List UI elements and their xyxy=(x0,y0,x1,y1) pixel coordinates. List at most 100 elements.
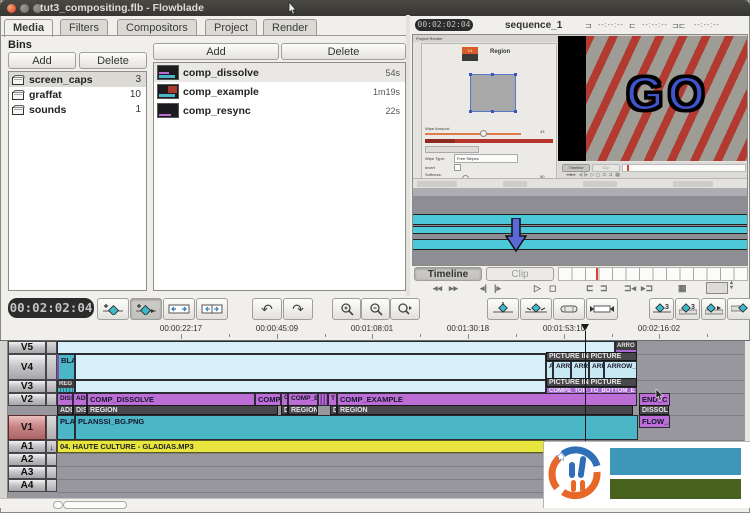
compositor-region-3[interactable]: REGION xyxy=(337,405,633,415)
timeline-ruler[interactable] xyxy=(0,322,750,340)
compositor-di[interactable]: DI xyxy=(281,405,288,415)
media-delete-button[interactable]: Delete xyxy=(281,43,406,60)
media-row-comp-resync[interactable]: comp_resync 22s xyxy=(154,101,405,120)
prev-frame-button[interactable]: ◂| xyxy=(480,283,487,294)
bin-row-screen-caps[interactable]: screen_caps 3 xyxy=(9,72,146,87)
track-header-v3[interactable]: V3 xyxy=(8,380,46,393)
track-column-v4[interactable] xyxy=(46,354,57,380)
compositor-add[interactable]: ADD xyxy=(57,405,73,415)
compositor-region-1[interactable]: REGION xyxy=(87,405,278,415)
compositor-dissolv[interactable]: DISSOLV xyxy=(639,405,669,415)
insert-three-point-button[interactable]: 3 xyxy=(675,298,700,320)
timeline-mode-button[interactable]: Timeline xyxy=(414,267,482,281)
clip-v4-long[interactable] xyxy=(75,354,546,380)
track-header-a4[interactable]: A4 xyxy=(8,479,46,492)
preview-video-stripes: GO xyxy=(586,36,748,161)
media-row-comp-dissolve[interactable]: comp_dissolve 54s xyxy=(154,63,405,82)
scrollbar-left-button[interactable] xyxy=(53,501,63,509)
clip-v4-arr1[interactable]: ARR xyxy=(553,361,571,379)
compositor-region-2[interactable]: REGION xyxy=(288,405,318,415)
track-column-a4[interactable] xyxy=(46,479,57,492)
mark-in-button[interactable]: ⊏ xyxy=(586,283,594,294)
trim-end-button[interactable] xyxy=(586,298,618,320)
clip-v2-stripes[interactable] xyxy=(318,393,328,406)
clip-v4-arrow-b[interactable]: ARROW_B xyxy=(604,361,637,379)
playhead-marker-icon[interactable] xyxy=(581,324,589,331)
clip-v4-bla[interactable]: BLA xyxy=(57,354,75,380)
tab-compositors[interactable]: Compositors xyxy=(117,19,197,36)
panel-divider[interactable] xyxy=(406,15,410,296)
track-header-v2[interactable]: V2 xyxy=(8,393,46,406)
compositor-v4-pip[interactable]: PICTURE IN PICTURE xyxy=(546,352,637,361)
prev-cut-button[interactable]: ◂◂ xyxy=(433,283,442,294)
tab-filters[interactable]: Filters xyxy=(60,19,108,36)
track-column-a2[interactable] xyxy=(46,453,57,466)
clip-v4-arr3[interactable]: ARR xyxy=(589,361,604,379)
tab-render[interactable]: Render xyxy=(263,19,317,36)
bin-row-graffat[interactable]: graffat 10 xyxy=(9,87,146,102)
track-header-a2[interactable]: A2 xyxy=(8,453,46,466)
clip-v5-long[interactable] xyxy=(57,341,615,354)
media-row-comp-example[interactable]: comp_example 1m19s xyxy=(154,82,405,101)
next-cut-button[interactable]: ▸▸ xyxy=(449,283,458,294)
track-header-v5[interactable]: V5 xyxy=(8,341,46,354)
goto-mark-out-button[interactable]: ▸⊐ xyxy=(641,283,653,294)
close-button-icon[interactable] xyxy=(7,4,16,13)
tab-project[interactable]: Project xyxy=(205,19,257,36)
preview-wipe-type-value: Free Stripes xyxy=(454,154,518,163)
pull-behind-button[interactable] xyxy=(727,298,750,320)
redo-button[interactable]: ↷ xyxy=(283,298,313,320)
clip-v3-long[interactable] xyxy=(75,380,546,393)
clip-a1-audio[interactable]: 04. HAUTE CULTURE - GLADIAS.MP3 xyxy=(57,440,545,453)
scrollbar-thumb[interactable] xyxy=(63,501,127,509)
track-column-a1[interactable]: ↓ xyxy=(46,440,57,453)
goto-mark-in-button[interactable]: ⊐◂ xyxy=(624,283,636,294)
clip-v4-a[interactable]: A xyxy=(546,361,553,379)
clip-v4-arr2[interactable]: ARR xyxy=(571,361,589,379)
bin-row-sounds[interactable]: sounds 1 xyxy=(9,102,146,117)
resync-button[interactable] xyxy=(553,298,585,320)
mark-out-button[interactable]: ⊐ xyxy=(600,283,608,294)
zoom-out-button[interactable] xyxy=(361,298,390,320)
media-add-button[interactable]: Add xyxy=(153,43,279,60)
clip-v1-planssi[interactable]: PLANSSI_BG.PNG xyxy=(75,415,638,440)
trim-tool-button[interactable] xyxy=(163,298,195,320)
scrub-playhead xyxy=(596,268,598,280)
undo-button[interactable]: ↶ xyxy=(252,298,282,320)
marks-button[interactable]: ▦ xyxy=(678,283,687,294)
overwrite-move-tool-button[interactable] xyxy=(130,298,162,320)
insert-move-tool-button[interactable] xyxy=(97,298,129,320)
lift-button[interactable] xyxy=(520,298,552,320)
overwrite-range-button[interactable]: 3 xyxy=(649,298,674,320)
stop-button[interactable]: ◻ xyxy=(549,283,556,294)
roll-tool-button[interactable] xyxy=(196,298,228,320)
clip-v1-flow[interactable]: FLOW_A xyxy=(639,415,670,428)
clip-v3-reg[interactable]: REG xyxy=(57,380,75,393)
zoom-fit-button[interactable] xyxy=(390,298,420,320)
track-header-a1[interactable]: A1 xyxy=(8,440,46,453)
track-column-v1[interactable] xyxy=(46,415,57,440)
minimize-button-icon[interactable] xyxy=(20,4,29,13)
zoom-in-button[interactable] xyxy=(332,298,361,320)
next-frame-button[interactable]: |▸ xyxy=(494,283,501,294)
compositor-d[interactable]: D xyxy=(330,405,337,415)
monitor-source-spinner[interactable]: ▴▾ xyxy=(730,281,733,291)
splice-out-button[interactable] xyxy=(487,298,519,320)
track-column-v5[interactable] xyxy=(46,341,57,354)
monitor-source-selector[interactable] xyxy=(706,282,728,294)
play-button[interactable]: ▷ xyxy=(534,283,541,294)
compositor-dis[interactable]: DIS xyxy=(73,405,87,415)
append-button[interactable] xyxy=(701,298,726,320)
track-column-a3[interactable] xyxy=(46,466,57,479)
bins-delete-button[interactable]: Delete xyxy=(79,52,147,69)
track-column-v2[interactable] xyxy=(46,393,57,406)
bins-add-button[interactable]: Add xyxy=(8,52,76,69)
monitor-scrub-bar[interactable] xyxy=(558,267,748,281)
track-column-v3[interactable] xyxy=(46,380,57,393)
track-header-a3[interactable]: A3 xyxy=(8,466,46,479)
clip-v1-pla[interactable]: PLA xyxy=(57,415,75,440)
track-header-v4[interactable]: V4 xyxy=(8,354,46,380)
track-header-v1[interactable]: V1 xyxy=(8,415,46,440)
compositor-v3-pip[interactable]: PICTURE IN PICTURE xyxy=(546,378,637,387)
clip-mode-button[interactable]: Clip xyxy=(486,267,554,281)
